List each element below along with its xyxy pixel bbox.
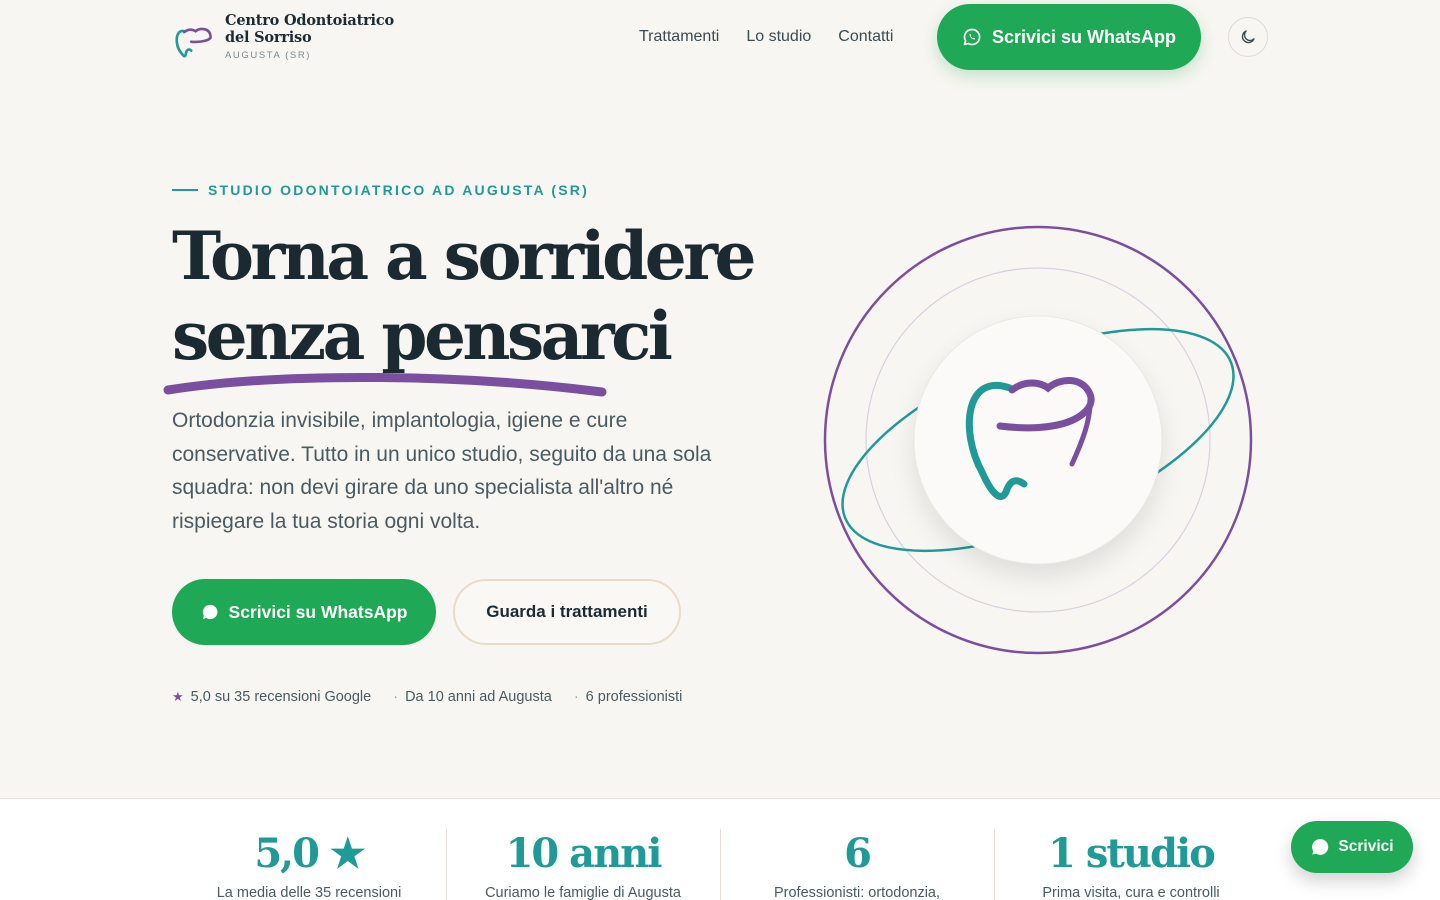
nav-link-contatti[interactable]: Contatti: [838, 28, 893, 46]
stat-team-label: Professionisti: ortodonzia,: [773, 885, 941, 900]
headline-line1: Torna a sorridere: [172, 217, 757, 295]
stat-studio-label: Prima visita, cura e controlli: [1042, 885, 1220, 900]
header-whatsapp-button[interactable]: Scrivici su WhatsApp: [937, 4, 1201, 70]
trust-years: Da 10 anni ad Augusta: [405, 689, 552, 705]
trust-row: ★ 5,0 su 35 recensioni Google · Da 10 an…: [172, 689, 682, 705]
stat-rating-value: 5,0 ★: [254, 830, 365, 877]
stat-studio: 1 studio Prima visita, cura e controlli: [994, 829, 1268, 900]
eyebrow-rule: [172, 189, 198, 191]
trust-team: 6 professionisti: [585, 689, 683, 705]
brand-name-line1: Centro Odontoiatrico: [225, 12, 394, 29]
headline-line2: senza pensarci: [172, 297, 673, 375]
stat-team: 6 Professionisti: ortodonzia,: [720, 829, 994, 900]
nav-link-lo-studio[interactable]: Lo studio: [746, 28, 811, 46]
brand-location: AUGUSTA (SR): [225, 50, 312, 61]
brand[interactable]: Centro Odontoiatrico del Sorriso AUGUSTA…: [171, 12, 394, 62]
site-header: Centro Odontoiatrico del Sorriso AUGUSTA…: [0, 0, 1440, 76]
star-icon: ★: [172, 689, 184, 704]
trust-rating: 5,0 su 35 recensioni Google: [190, 689, 372, 705]
moon-icon: [1241, 30, 1255, 44]
stat-studio-value: 1 studio: [1048, 830, 1216, 877]
chat-bubble-icon: [202, 604, 217, 620]
hero-lead: Ortodonzia invisibile, implantologia, ig…: [172, 409, 712, 533]
hero-eyebrow: STUDIO ODONTOIATRICO AD AUGUSTA (SR): [172, 182, 589, 198]
brand-name-line2: del Sorriso: [225, 29, 312, 46]
stats-band: 5,0 ★ La media delle 35 recensioni 10 an…: [0, 798, 1440, 900]
nav-link-trattamenti[interactable]: Trattamenti: [639, 28, 719, 46]
header-whatsapp-label: Scrivici su WhatsApp: [991, 26, 1177, 47]
hero-headline: Torna a sorridere senza pensarci: [172, 216, 757, 376]
hero-illustration: [823, 225, 1253, 655]
stat-rating-label: La media delle 35 recensioni: [216, 885, 402, 900]
view-treatments-label: Guarda i trattamenti: [486, 602, 648, 621]
main-nav: Trattamenti Lo studio Contatti: [639, 28, 893, 46]
stat-years: 10 anni Curiamo le famiglie di Augusta: [446, 829, 720, 900]
whatsapp-icon: [963, 28, 981, 46]
stat-years-value: 10 anni: [505, 830, 663, 877]
hero-whatsapp-label: Scrivici su WhatsApp: [228, 601, 408, 622]
stat-team-value: 6: [844, 830, 872, 877]
trust-separator: ·: [393, 689, 399, 705]
eyebrow-text: STUDIO ODONTOIATRICO AD AUGUSTA (SR): [208, 182, 589, 198]
stat-rating: 5,0 ★ La media delle 35 recensioni: [172, 829, 446, 900]
theme-toggle-button[interactable]: [1228, 17, 1268, 57]
stat-years-label: Curiamo le famiglie di Augusta: [485, 885, 681, 900]
tooth-logo-icon: [175, 27, 212, 58]
view-treatments-button[interactable]: Guarda i trattamenti: [453, 579, 681, 645]
floating-chat-button[interactable]: Scrivici: [1291, 821, 1413, 873]
floating-chat-label: Scrivici: [1338, 838, 1394, 855]
chat-bubble-icon: [1312, 839, 1329, 855]
hero-whatsapp-button[interactable]: Scrivici su WhatsApp: [172, 579, 436, 645]
center-disc: [914, 316, 1162, 564]
trust-separator: ·: [573, 689, 579, 705]
headline-underline-stroke: [163, 372, 607, 397]
